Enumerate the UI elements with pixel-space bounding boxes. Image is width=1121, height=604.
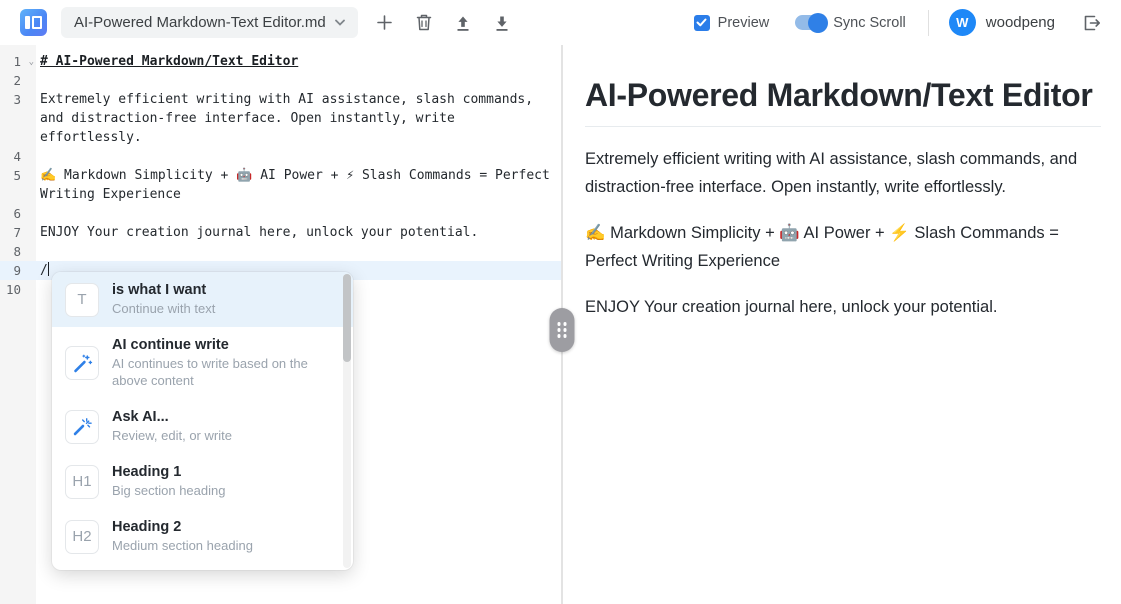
editor-line[interactable]: 8 [0, 242, 561, 261]
preview-paragraph: ENJOY Your creation journal here, unlock… [585, 293, 1101, 321]
menu-item-title: is what I want [112, 282, 333, 298]
logout-icon [1081, 13, 1101, 33]
app-logo-icon[interactable] [20, 9, 47, 36]
menu-item-description: Continue with text [112, 300, 333, 317]
line-text [36, 204, 561, 223]
slash-menu-item[interactable]: AI continue write AI continues to write … [52, 327, 353, 399]
line-number: 2 [0, 71, 36, 90]
line-text: ENJOY Your creation journal here, unlock… [36, 223, 561, 242]
text-icon: T [65, 283, 99, 317]
slash-menu-item[interactable]: Ask AI... Review, edit, or write [52, 399, 353, 454]
logo-frame-shape [32, 16, 42, 29]
menu-item-title: Heading 2 [112, 519, 333, 535]
editor-line[interactable]: 7 ENJOY Your creation journal here, unlo… [0, 223, 561, 242]
line-number: 4 [0, 147, 36, 166]
logo-bar-shape [25, 16, 30, 29]
line-number: 10 [0, 280, 36, 299]
slash-menu-item[interactable]: H2 Heading 2 Medium section heading [52, 509, 353, 564]
slash-command-menu: T is what I want Continue with text AI c… [52, 272, 353, 570]
menu-item-title: Ask AI... [112, 409, 333, 425]
toolbar-right: Preview Sync Scroll W woodpeng [694, 9, 1103, 36]
editor-lines: 1⌄ # AI-Powered Markdown/Text Editor 2 3… [0, 52, 561, 299]
toolbar-left: AI-Powered Markdown-Text Editor.md [20, 7, 514, 38]
checkbox-checked-icon [694, 15, 710, 31]
upload-button[interactable] [451, 11, 475, 35]
preview-checkbox[interactable]: Preview [694, 15, 770, 31]
exit-button[interactable] [1079, 11, 1103, 35]
divider-drag-handle[interactable] [550, 308, 575, 352]
toggle-track [795, 15, 825, 30]
editor-line[interactable]: 3 Extremely efficient writing with AI as… [0, 90, 561, 147]
slash-menu-item[interactable]: T is what I want Continue with text [52, 272, 353, 327]
preview-paragraph: ✍️ Markdown Simplicity + 🤖 AI Power + ⚡ … [585, 219, 1101, 276]
editor-line[interactable]: 5 ✍️ Markdown Simplicity + 🤖 AI Power + … [0, 166, 561, 204]
menu-item-description: AI continues to write based on the above… [112, 355, 333, 389]
magic-wand-icon [65, 346, 99, 380]
preview-body: Extremely efficient writing with AI assi… [585, 145, 1101, 321]
magic-wand-sparkle-icon [65, 410, 99, 444]
menu-item-title: Heading 1 [112, 464, 333, 480]
line-number: 6 [0, 204, 36, 223]
line-text: ✍️ Markdown Simplicity + 🤖 AI Power + ⚡ … [36, 166, 561, 204]
plus-icon [376, 14, 393, 31]
new-file-button[interactable] [373, 11, 397, 35]
menu-scrollbar-thumb[interactable] [343, 274, 351, 362]
download-icon [493, 14, 511, 32]
menu-item-title: AI continue write [112, 337, 333, 353]
heading2-icon: H2 [65, 520, 99, 554]
download-button[interactable] [490, 11, 514, 35]
preview-heading: AI-Powered Markdown/Text Editor [585, 77, 1101, 127]
drag-dots-icon [557, 322, 567, 338]
toolbar-divider [928, 10, 929, 36]
sync-scroll-label: Sync Scroll [833, 15, 906, 31]
preview-pane: AI-Powered Markdown/Text Editor Extremel… [563, 45, 1121, 604]
text-cursor [48, 262, 50, 276]
menu-item-description: Review, edit, or write [112, 427, 333, 444]
line-number: 5 [0, 166, 36, 204]
menu-item-description: Medium section heading [112, 537, 333, 554]
upload-icon [454, 14, 472, 32]
editor-line[interactable]: 6 [0, 204, 561, 223]
pane-divider [561, 45, 563, 604]
heading1-icon: H1 [65, 465, 99, 499]
editor-line[interactable]: 2 [0, 71, 561, 90]
delete-file-button[interactable] [412, 11, 436, 35]
line-text [36, 71, 561, 90]
avatar: W [949, 9, 976, 36]
user-menu[interactable]: W woodpeng [949, 9, 1055, 36]
preview-label: Preview [718, 15, 770, 31]
toolbar: AI-Powered Markdown-Text Editor.md [0, 0, 1121, 45]
toggle-thumb [808, 13, 828, 33]
filename-dropdown[interactable]: AI-Powered Markdown-Text Editor.md [61, 7, 358, 38]
line-text [36, 147, 561, 166]
trash-icon [415, 13, 433, 32]
line-number: 8 [0, 242, 36, 261]
preview-paragraph: Extremely efficient writing with AI assi… [585, 145, 1101, 202]
line-number: 7 [0, 223, 36, 242]
menu-item-description: Big section heading [112, 482, 333, 499]
fold-chevron-icon[interactable]: ⌄ [29, 53, 34, 72]
editor-line[interactable]: 4 [0, 147, 561, 166]
editor-line[interactable]: 1⌄ # AI-Powered Markdown/Text Editor [0, 52, 561, 71]
line-number: 3 [0, 90, 36, 147]
line-text: # AI-Powered Markdown/Text Editor [36, 52, 561, 71]
line-number: 9 [0, 261, 36, 280]
line-number: 1⌄ [0, 52, 36, 71]
slash-menu-item[interactable]: H1 Heading 1 Big section heading [52, 454, 353, 509]
filename-label: AI-Powered Markdown-Text Editor.md [74, 14, 326, 31]
chevron-down-icon [335, 19, 345, 26]
line-text [36, 242, 561, 261]
sync-scroll-toggle[interactable]: Sync Scroll [795, 15, 906, 31]
line-text: Extremely efficient writing with AI assi… [36, 90, 561, 147]
username-label: woodpeng [986, 14, 1055, 31]
